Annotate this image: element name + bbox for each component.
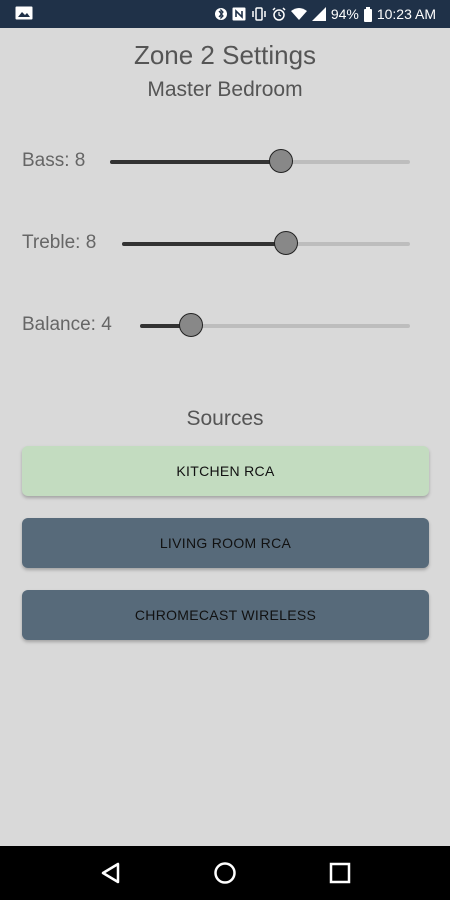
bluetooth-icon — [214, 8, 227, 20]
wifi-icon — [290, 8, 307, 20]
navigation-bar — [0, 846, 450, 900]
treble-slider-row: Treble: 8 — [22, 224, 412, 264]
back-icon[interactable] — [98, 860, 124, 886]
status-bar: 94% 10:23 AM — [0, 0, 450, 28]
treble-slider-fill — [122, 242, 287, 246]
bass-slider-row: Bass: 8 — [22, 142, 412, 182]
clock: 10:23 AM — [376, 6, 436, 22]
zone-name: Master Bedroom — [147, 78, 303, 101]
balance-slider[interactable] — [140, 313, 410, 337]
treble-slider[interactable] — [122, 231, 410, 255]
bass-slider-thumb[interactable] — [269, 149, 293, 173]
balance-label: Balance: 4 — [22, 314, 112, 335]
page-title: Zone 2 Settings — [133, 40, 317, 70]
source-button-label: LIVING ROOM RCA — [159, 535, 292, 551]
treble-label: Treble: 8 — [22, 232, 97, 253]
treble-slider-thumb[interactable] — [274, 231, 299, 255]
source-button-chromecast-wireless[interactable]: CHROMECAST WIRELESS — [22, 590, 429, 640]
source-button-living-room-rca[interactable]: LIVING ROOM RCA — [22, 518, 429, 568]
bass-label: Bass: 8 — [22, 150, 86, 171]
image-icon — [15, 6, 33, 20]
balance-slider-thumb[interactable] — [179, 313, 204, 337]
vibrate-icon — [252, 7, 266, 21]
bass-slider[interactable] — [110, 149, 410, 173]
battery-icon — [363, 6, 372, 22]
battery-percent: 94% — [330, 6, 359, 22]
nfc-icon — [232, 7, 246, 21]
source-button-label: KITCHEN RCA — [176, 463, 275, 479]
source-button-kitchen-rca[interactable]: KITCHEN RCA — [22, 446, 429, 496]
home-icon[interactable] — [212, 860, 238, 886]
source-button-label: CHROMECAST WIRELESS — [134, 607, 317, 623]
alarm-icon — [272, 7, 286, 21]
bass-slider-fill — [110, 160, 281, 164]
balance-slider-row: Balance: 4 — [22, 306, 412, 346]
signal-icon — [311, 7, 326, 21]
recents-icon[interactable] — [327, 860, 353, 886]
sources-heading: Sources — [186, 407, 264, 430]
